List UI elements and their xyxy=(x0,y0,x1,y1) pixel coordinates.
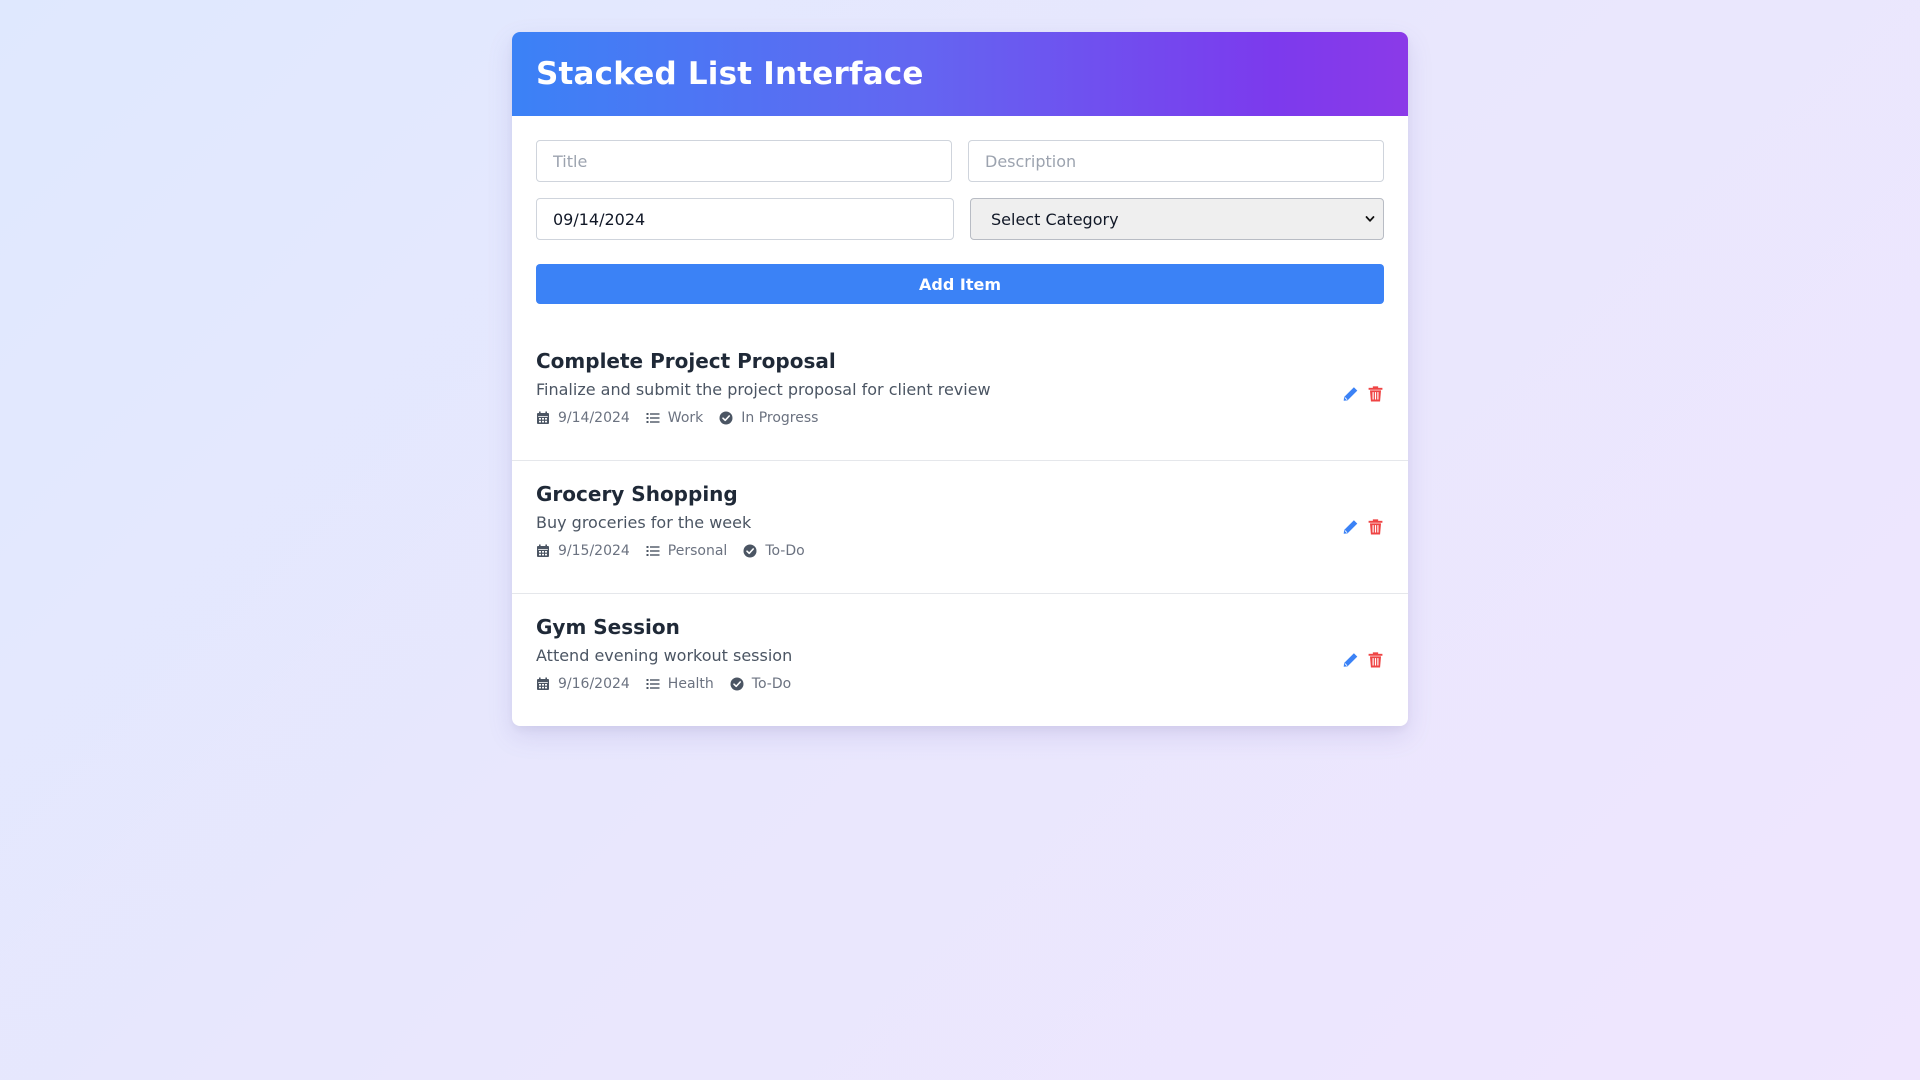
list-icon xyxy=(646,413,660,423)
list-icon xyxy=(646,546,660,556)
edit-button[interactable] xyxy=(1342,519,1359,536)
edit-button[interactable] xyxy=(1342,386,1359,403)
card-header: Stacked List Interface xyxy=(512,32,1408,116)
trash-icon xyxy=(1368,652,1383,668)
page-title: Stacked List Interface xyxy=(536,56,924,92)
form-row: Select Category xyxy=(536,198,1384,240)
pencil-icon xyxy=(1343,387,1358,401)
item-meta: 9/15/2024 Personal To-Do xyxy=(536,543,1384,559)
item-date-text: 9/14/2024 xyxy=(558,410,630,426)
item-date-text: 9/15/2024 xyxy=(558,543,630,559)
item-category-text: Personal xyxy=(667,543,728,559)
delete-button[interactable] xyxy=(1367,652,1384,669)
check-circle-icon xyxy=(743,544,757,558)
item-status-text: To-Do xyxy=(765,543,805,559)
description-input[interactable] xyxy=(985,141,1367,181)
check-circle-icon xyxy=(730,677,744,691)
chevron-down-icon xyxy=(1365,216,1375,222)
item-status: To-Do xyxy=(730,676,791,692)
item-description: Attend evening workout session xyxy=(536,646,793,665)
item-meta: 9/16/2024 Health To-Do xyxy=(536,676,1384,692)
delete-button[interactable] xyxy=(1367,519,1384,536)
item-description: Finalize and submit the project proposal… xyxy=(536,380,991,399)
item-title: Gym Session xyxy=(536,615,680,639)
category-select[interactable]: Select Category xyxy=(970,198,1384,240)
list-item: Complete Project Proposal Finalize and s… xyxy=(512,328,1408,461)
item-actions xyxy=(1342,652,1384,669)
item-status: To-Do xyxy=(743,543,805,559)
list-item: Gym Session Attend evening workout sessi… xyxy=(512,594,1408,726)
category-select-value: Select Category xyxy=(991,209,1119,229)
item-date: 9/14/2024 xyxy=(536,410,630,426)
list-item: Grocery Shopping Buy groceries for the w… xyxy=(512,461,1408,594)
item-status: In Progress xyxy=(719,410,818,426)
item-status-text: To-Do xyxy=(751,676,792,692)
pencil-icon xyxy=(1343,520,1358,534)
item-category: Personal xyxy=(646,543,728,559)
item-status-text: In Progress xyxy=(741,410,819,426)
item-description: Buy groceries for the week xyxy=(536,513,752,532)
item-title: Grocery Shopping xyxy=(536,482,738,506)
item-category-text: Work xyxy=(667,410,704,426)
item-title: Complete Project Proposal xyxy=(536,349,836,373)
item-actions xyxy=(1342,519,1384,536)
delete-button[interactable] xyxy=(1367,386,1384,403)
list-card: Stacked List Interface Select Category A… xyxy=(512,32,1408,726)
title-field[interactable] xyxy=(536,140,952,182)
calendar-icon xyxy=(537,411,549,424)
item-category: Work xyxy=(646,410,703,426)
calendar-icon xyxy=(537,544,549,557)
date-input[interactable] xyxy=(553,199,937,239)
trash-icon xyxy=(1368,519,1383,535)
trash-icon xyxy=(1368,386,1383,402)
title-input[interactable] xyxy=(553,141,935,181)
item-meta: 9/14/2024 Work In Progress xyxy=(536,410,1384,426)
item-category-text: Health xyxy=(667,676,714,692)
item-date-text: 9/16/2024 xyxy=(558,676,630,692)
list-icon xyxy=(646,679,660,689)
edit-button[interactable] xyxy=(1342,652,1359,669)
item-actions xyxy=(1342,386,1384,403)
item-date: 9/16/2024 xyxy=(536,676,630,692)
date-field[interactable] xyxy=(536,198,954,240)
pencil-icon xyxy=(1343,653,1358,667)
form-row xyxy=(536,140,1384,182)
item-list: Complete Project Proposal Finalize and s… xyxy=(512,328,1408,726)
check-circle-icon xyxy=(719,411,733,425)
description-field[interactable] xyxy=(968,140,1384,182)
add-item-button[interactable]: Add Item xyxy=(536,264,1384,304)
calendar-icon xyxy=(537,677,549,690)
add-item-form: Select Category Add Item xyxy=(512,116,1408,304)
item-date: 9/15/2024 xyxy=(536,543,630,559)
item-category: Health xyxy=(646,676,714,692)
